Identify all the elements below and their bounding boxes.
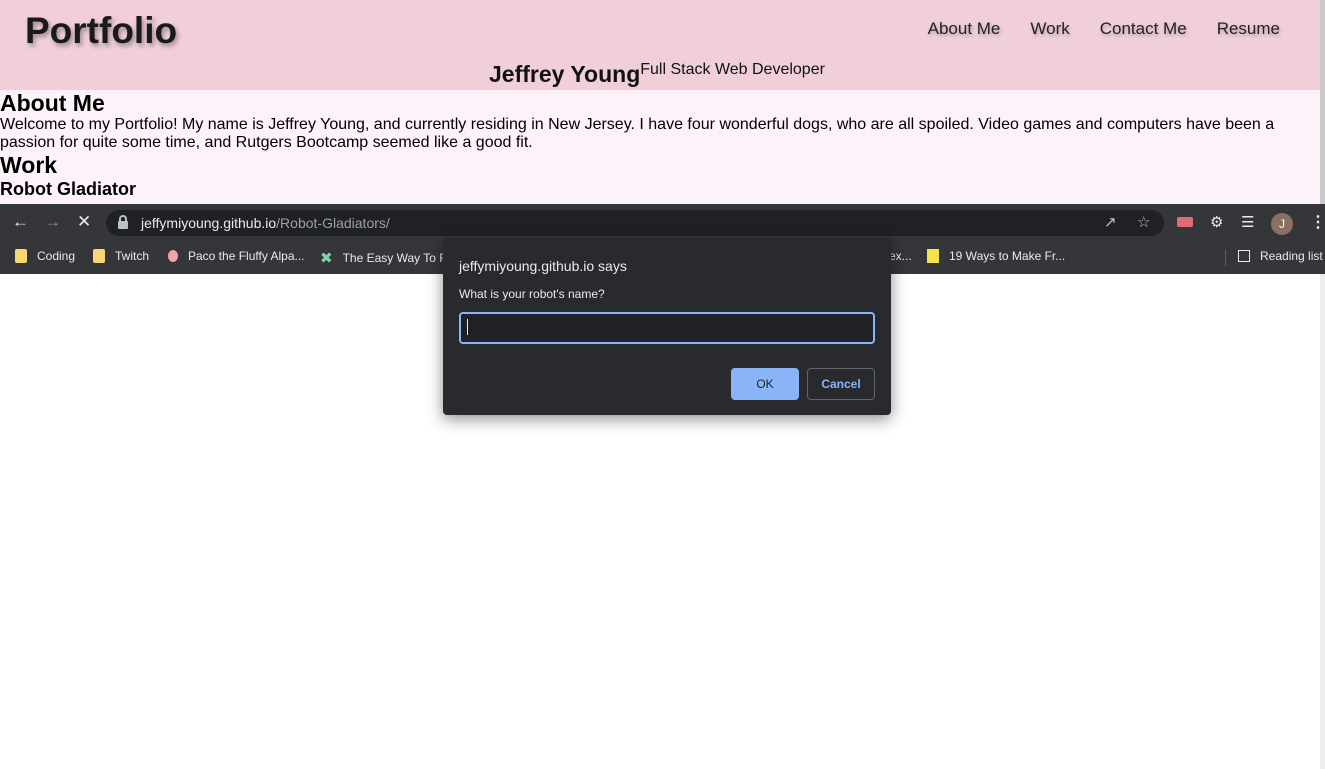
back-icon[interactable]: ← <box>12 212 29 232</box>
stop-icon[interactable]: ✕ <box>77 212 91 232</box>
page-content: About Me Welcome to my Portfolio! My nam… <box>0 90 1320 204</box>
folder-icon <box>93 249 105 263</box>
url-host: jeffymiyoung.github.io <box>141 215 277 231</box>
dialog-message: What is your robot's name? <box>459 287 605 301</box>
star-icon[interactable]: ☆ <box>1137 213 1150 231</box>
reading-list-icon <box>1238 250 1250 262</box>
alpaca-icon <box>168 250 178 262</box>
browser-toolbar: ← → ✕ jeffymiyoung.github.io/Robot-Gladi… <box>0 204 1325 242</box>
bookmark-coding[interactable]: Coding <box>15 249 75 263</box>
share-icon[interactable]: ↗ <box>1104 213 1117 231</box>
nav-work[interactable]: Work <box>1030 19 1069 39</box>
scrollbar-thumb[interactable] <box>1320 0 1325 204</box>
url-path: /Robot-Gladiators/ <box>276 215 390 231</box>
folder-icon <box>15 249 27 263</box>
page-scrollbar[interactable] <box>1320 0 1325 204</box>
owner-name: Jeffrey Young <box>489 61 641 87</box>
project-title: Robot Gladiator <box>0 179 136 199</box>
menu-icon[interactable]: ⋮ <box>1310 212 1325 232</box>
address-bar[interactable]: jeffymiyoung.github.io/Robot-Gladiators/… <box>106 210 1164 236</box>
bookmark-separator <box>1225 250 1226 266</box>
bookmark-label: Paco the Fluffy Alpa... <box>188 249 305 263</box>
bookmark-label: The Easy Way To Fi <box>342 251 450 265</box>
robot-name-input[interactable] <box>459 312 875 344</box>
reading-list-label: Reading list <box>1260 249 1323 263</box>
site-logo: Portfolio <box>25 10 178 51</box>
puzzle-icon[interactable]: ⚙ <box>1210 213 1223 231</box>
name-line: Jeffrey Young Full Stack Web Developer <box>489 61 825 88</box>
about-heading: About Me <box>0 90 105 116</box>
about-text: Welcome to my Portfolio! My name is Jeff… <box>0 116 1275 151</box>
forward-icon[interactable]: → <box>44 212 61 232</box>
lock-icon[interactable] <box>118 215 128 230</box>
site-header: Portfolio About Me Work Contact Me Resum… <box>0 0 1320 90</box>
browser-scrollbar[interactable] <box>1320 274 1325 769</box>
bookmark-label: ex... <box>889 249 912 263</box>
media-queue-icon[interactable]: ☰ <box>1241 213 1254 231</box>
bookmark-twitch[interactable]: Twitch <box>93 249 149 263</box>
pinwheel-icon: ✖ <box>320 250 333 267</box>
bookmark-label: 19 Ways to Make Fr... <box>949 249 1066 263</box>
reading-list[interactable]: Reading list <box>1238 249 1323 263</box>
text-caret <box>467 319 468 335</box>
ok-button[interactable]: OK <box>731 368 799 400</box>
owner-role: Full Stack Web Developer <box>640 61 825 78</box>
page-icon <box>927 249 939 263</box>
nav-resume[interactable]: Resume <box>1217 19 1280 39</box>
profile-avatar[interactable]: J <box>1271 213 1293 235</box>
bookmark-paco[interactable]: Paco the Fluffy Alpa... <box>168 249 305 263</box>
extension-icon[interactable] <box>1177 217 1193 227</box>
cancel-button[interactable]: Cancel <box>807 368 875 400</box>
bookmark-19-ways[interactable]: 19 Ways to Make Fr... <box>927 249 1065 263</box>
bookmark-partial[interactable]: ex... <box>889 249 912 263</box>
dialog-title: jeffymiyoung.github.io says <box>459 258 627 274</box>
bookmark-label: Coding <box>37 249 76 263</box>
nav-about-me[interactable]: About Me <box>928 19 1001 39</box>
prompt-dialog: jeffymiyoung.github.io says What is your… <box>443 238 891 415</box>
main-nav: About Me Work Contact Me Resume <box>898 19 1280 39</box>
url-text[interactable]: jeffymiyoung.github.io/Robot-Gladiators/ <box>141 215 390 231</box>
bookmark-label: Twitch <box>115 249 150 263</box>
bookmark-easy-way[interactable]: ✖ The Easy Way To Fi <box>320 249 449 267</box>
work-heading: Work <box>0 152 58 178</box>
nav-contact-me[interactable]: Contact Me <box>1100 19 1187 39</box>
